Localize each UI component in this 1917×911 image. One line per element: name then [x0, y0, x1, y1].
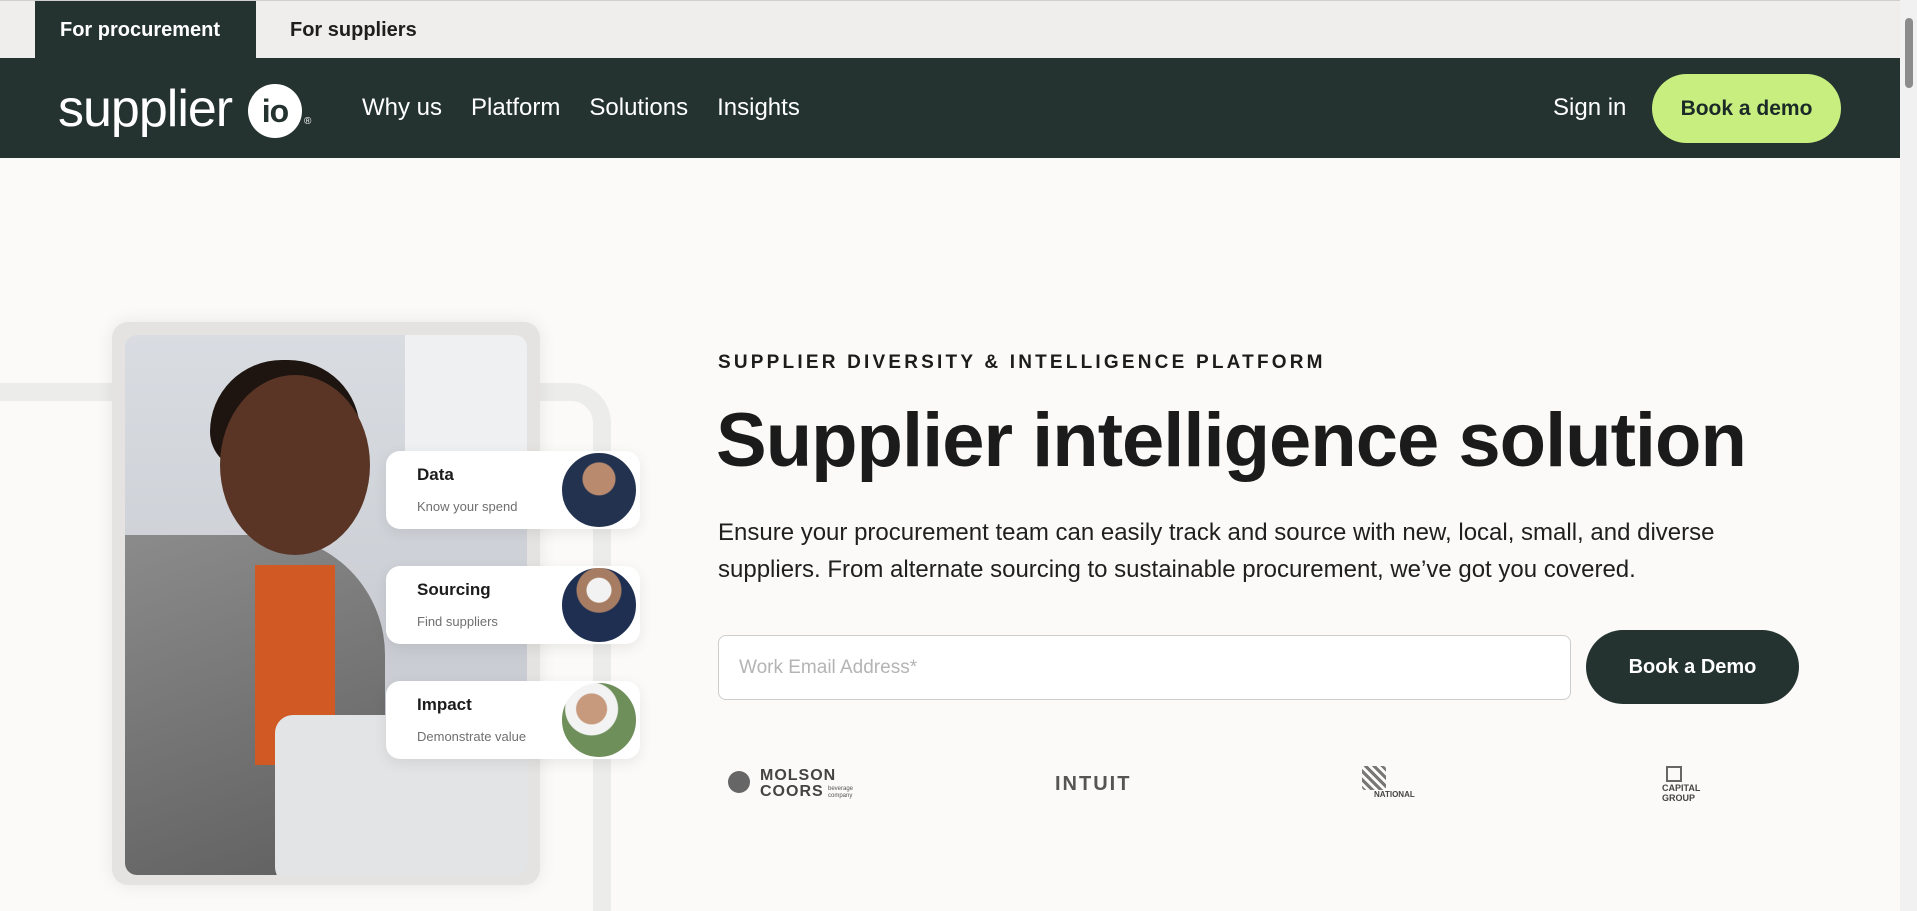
card-title: Data — [417, 465, 454, 484]
hero-eyebrow: SUPPLIER DIVERSITY & INTELLIGENCE PLATFO… — [718, 352, 1326, 373]
nav-link-solutions[interactable]: Solutions — [589, 94, 688, 122]
tab-for-procurement[interactable]: For procurement — [35, 1, 256, 59]
feature-card-impact: Impact Demonstrate value — [386, 681, 640, 759]
logo-circle: io — [248, 84, 302, 138]
card-subtitle: Demonstrate value — [417, 729, 527, 744]
molson-coors-logo: MOLSON COORS beverage company — [728, 766, 858, 806]
intuit-logo: INTUIT — [1055, 773, 1132, 795]
nav-link-insights[interactable]: Insights — [717, 94, 800, 122]
avatar — [560, 681, 638, 759]
logo-word: supplier — [58, 80, 233, 138]
audience-bar: For procurement For suppliers — [0, 0, 1900, 59]
nav-link-platform[interactable]: Platform — [471, 94, 560, 122]
avatar — [560, 451, 638, 529]
logo-tagline: beverage company — [828, 786, 854, 799]
email-field[interactable] — [718, 635, 1571, 700]
book-demo-button[interactable]: Book a Demo — [1586, 630, 1799, 704]
molson-coors-mark-icon — [728, 771, 750, 793]
avatar — [560, 566, 638, 644]
logo-text: GROUP — [1662, 793, 1696, 803]
main-nav: supplier io ® Why us Platform Solutions … — [0, 58, 1900, 158]
nav-link-why-us[interactable]: Why us — [362, 94, 442, 122]
national-logo: NATIONAL — [1360, 766, 1420, 806]
feature-card-data: Data Know your spend — [386, 451, 640, 529]
card-title: Sourcing — [417, 580, 491, 599]
card-subtitle: Know your spend — [417, 499, 518, 514]
hero-description: Ensure your procurement team can easily … — [718, 519, 1715, 583]
logo-text: COORS — [760, 783, 824, 800]
book-demo-nav-button[interactable]: Book a demo — [1652, 74, 1841, 143]
logo-registered-mark: ® — [304, 116, 312, 127]
scrollbar-thumb[interactable] — [1905, 18, 1913, 88]
feature-card-sourcing: Sourcing Find suppliers — [386, 566, 640, 644]
national-mark-icon — [1362, 766, 1386, 790]
card-subtitle: Find suppliers — [417, 614, 498, 629]
scrollbar[interactable] — [1900, 0, 1917, 911]
tab-for-suppliers[interactable]: For suppliers — [265, 1, 442, 59]
logo-text: NATIONAL — [1374, 790, 1415, 799]
card-title: Impact — [417, 695, 472, 714]
capital-group-mark-icon — [1666, 766, 1682, 782]
logo-text: CAPITAL — [1662, 783, 1701, 793]
page-title: Supplier intelligence solution — [716, 398, 1747, 483]
capital-group-logo: CAPITAL GROUP — [1662, 766, 1722, 806]
sign-in-link[interactable]: Sign in — [1553, 58, 1626, 158]
logo-text: MOLSON — [760, 767, 837, 784]
nav-links: Why us Platform Solutions Insights — [362, 58, 829, 158]
